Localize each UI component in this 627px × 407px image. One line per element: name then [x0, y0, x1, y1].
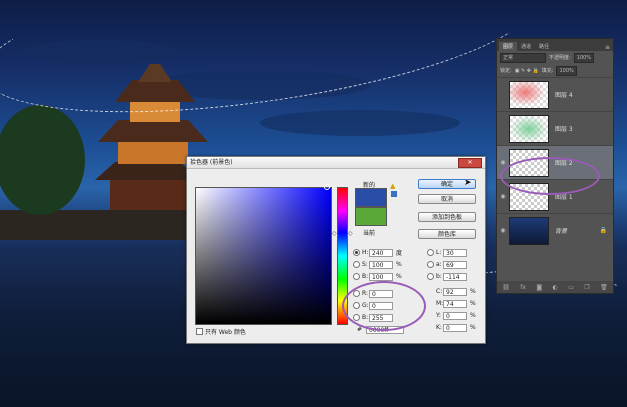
lab-b-label: b: [436, 273, 442, 280]
lab-l-input[interactable]: 30 [443, 248, 467, 257]
magenta-input[interactable]: 74 [443, 299, 467, 308]
folder-icon[interactable]: ▭ [568, 284, 574, 291]
web-colors-checkbox[interactable] [196, 328, 203, 335]
tab-channels[interactable]: 通道 [517, 42, 535, 51]
yellow-unit: % [470, 312, 476, 319]
layer-thumbnail [509, 80, 549, 109]
tab-layers[interactable]: 图层 [499, 42, 518, 51]
layer-highlight-annotation [500, 157, 600, 195]
fx-icon[interactable]: fx [520, 284, 526, 291]
hue-radio[interactable] [353, 249, 360, 256]
layer-row[interactable]: 图层 3 [497, 111, 613, 145]
lock-icon: 🔒 [599, 227, 607, 234]
current-color-label: 当前 [363, 230, 376, 237]
opacity-input[interactable]: 100% [573, 52, 594, 63]
saturation-radio[interactable] [353, 261, 360, 268]
dialog-title: 拾色器 (前景色) [190, 159, 233, 166]
opacity-label: 不透明度: [549, 55, 571, 61]
new-layer-icon[interactable]: ❐ [584, 284, 589, 291]
color-picker-dialog: 拾色器 (前景色) ✕ ◇ ◇ 新的 当前 ▲ 确定 取消 添加到色板 颜色库 … [186, 156, 486, 344]
cursor-icon: ➤ [464, 178, 472, 188]
fill-input[interactable]: 100% [556, 65, 577, 76]
panel-menu-icon[interactable]: ≡ [605, 44, 613, 51]
blend-mode-select[interactable]: 正常 [500, 52, 546, 63]
brightness-label: B: [362, 273, 369, 280]
brightness-input[interactable]: 100 [369, 272, 393, 281]
magenta-row: M: 74 % [436, 299, 476, 308]
layer-thumbnail [509, 114, 549, 143]
lab-b-row: b: -114 [427, 272, 467, 281]
cyan-label: C: [436, 288, 443, 295]
layers-footer: ⛓ fx ◙ ◐ ▭ ❐ 🗑 [497, 281, 613, 293]
layer-name: 图层 4 [555, 92, 573, 99]
tab-paths[interactable]: 路径 [535, 42, 553, 51]
new-color-swatch [355, 188, 387, 207]
saturation-row: S: 100 % [353, 260, 402, 269]
current-color-swatch[interactable] [355, 207, 387, 226]
layer-name: 图层 3 [555, 126, 573, 133]
color-field-marker[interactable] [324, 184, 330, 190]
hue-input[interactable]: 240 [369, 248, 393, 257]
layer-thumbnail [509, 216, 549, 245]
close-icon[interactable]: ✕ [458, 158, 482, 168]
adjustment-icon[interactable]: ◐ [553, 284, 558, 291]
layer-row[interactable]: ◉ 背景 🔒 [497, 213, 613, 247]
hue-label: H: [362, 249, 369, 256]
lab-a-label: a: [436, 261, 442, 268]
lock-icons[interactable]: ▣ ✎ ✥ 🔒 [515, 68, 539, 74]
layer-row[interactable]: 图层 4 [497, 77, 613, 111]
brightness-radio[interactable] [353, 273, 360, 280]
add-to-swatches-button[interactable]: 添加到色板 [418, 212, 476, 222]
magenta-label: M: [436, 300, 444, 307]
hue-slider-handle-icon[interactable]: ◇ [332, 230, 337, 237]
yellow-row: Y: 0 % [436, 311, 476, 320]
saturation-input[interactable]: 100 [369, 260, 393, 269]
web-colors-row: 只有 Web 颜色 [196, 327, 246, 336]
hue-slider-handle-icon[interactable]: ◇ [348, 230, 353, 237]
lab-b-radio[interactable] [427, 273, 434, 280]
gamut-warning-icon[interactable]: ▲ [390, 182, 395, 190]
color-field[interactable] [195, 187, 332, 325]
rgb-highlight-annotation [342, 281, 426, 331]
black-unit: % [470, 324, 476, 331]
fill-label: 填充: [541, 68, 554, 74]
layer-filter-row: 正常 不透明度: 100% [497, 51, 613, 64]
lock-label: 锁定: [500, 68, 512, 74]
lock-row: 锁定: ▣ ✎ ✥ 🔒 填充: 100% [497, 64, 613, 77]
brightness-row: B: 100 % [353, 272, 402, 281]
yellow-label: Y: [436, 312, 441, 319]
trash-icon[interactable]: 🗑 [600, 284, 608, 291]
link-icon[interactable]: ⛓ [502, 284, 510, 291]
lab-l-label: L: [436, 249, 442, 256]
hue-unit: 度 [396, 250, 403, 257]
color-libraries-button[interactable]: 颜色库 [418, 229, 476, 239]
visibility-icon[interactable]: ◉ [497, 193, 509, 200]
lab-l-radio[interactable] [427, 249, 434, 256]
cyan-unit: % [470, 288, 476, 295]
cyan-input[interactable]: 92 [443, 287, 467, 296]
cancel-button[interactable]: 取消 [418, 194, 476, 204]
brightness-unit: % [396, 273, 402, 280]
lab-a-radio[interactable] [427, 261, 434, 268]
layers-panel-tabs: 图层 通道 路径 ≡ [497, 39, 613, 51]
cyan-row: C: 92 % [436, 287, 476, 296]
black-label: K: [436, 324, 442, 331]
hue-row: H: 240 度 [353, 248, 402, 257]
lab-a-row: a: 69 [427, 260, 467, 269]
mask-icon[interactable]: ◙ [536, 284, 542, 291]
yellow-input[interactable]: 0 [443, 311, 467, 320]
dialog-titlebar: 拾色器 (前景色) ✕ [187, 157, 485, 169]
lab-l-row: L: 30 [427, 248, 467, 257]
lab-b-input[interactable]: -114 [443, 272, 467, 281]
lab-a-input[interactable]: 69 [443, 260, 467, 269]
magenta-unit: % [470, 300, 476, 307]
saturation-unit: % [396, 261, 402, 268]
black-input[interactable]: 0 [443, 323, 467, 332]
visibility-icon[interactable]: ◉ [497, 227, 509, 234]
black-row: K: 0 % [436, 323, 476, 332]
web-safe-warning-icon[interactable] [391, 191, 397, 197]
web-colors-label: 只有 Web 颜色 [205, 329, 246, 336]
layer-name: 背景 [555, 228, 568, 235]
saturation-label: S: [362, 261, 368, 268]
